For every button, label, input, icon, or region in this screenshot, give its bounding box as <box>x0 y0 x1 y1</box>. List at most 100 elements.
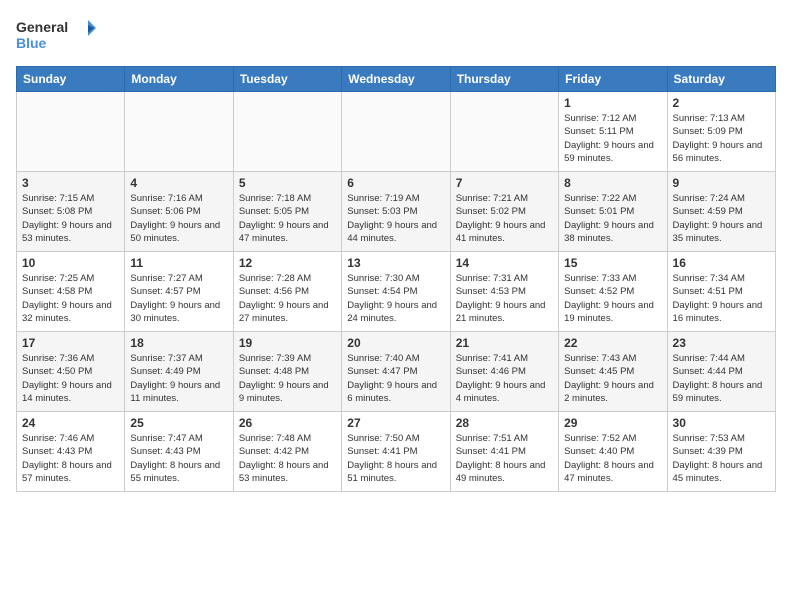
calendar-cell: 4Sunrise: 7:16 AMSunset: 5:06 PMDaylight… <box>125 172 233 252</box>
day-info-line: Sunset: 4:43 PM <box>22 445 119 458</box>
calendar-cell: 18Sunrise: 7:37 AMSunset: 4:49 PMDayligh… <box>125 332 233 412</box>
logo-svg: General Blue <box>16 16 96 58</box>
day-info-line: Daylight: 8 hours and 53 minutes. <box>239 459 336 486</box>
day-info-line: Daylight: 9 hours and 41 minutes. <box>456 219 553 246</box>
day-info-line: Daylight: 9 hours and 50 minutes. <box>130 219 227 246</box>
day-info-line: Sunset: 4:59 PM <box>673 205 770 218</box>
day-info: Sunrise: 7:33 AMSunset: 4:52 PMDaylight:… <box>564 272 661 325</box>
day-info-line: Daylight: 9 hours and 53 minutes. <box>22 219 119 246</box>
day-info-line: Sunrise: 7:51 AM <box>456 432 553 445</box>
calendar-cell: 12Sunrise: 7:28 AMSunset: 4:56 PMDayligh… <box>233 252 341 332</box>
day-info-line: Sunrise: 7:15 AM <box>22 192 119 205</box>
day-info-line: Sunset: 4:42 PM <box>239 445 336 458</box>
calendar-header-friday: Friday <box>559 67 667 92</box>
calendar-header-sunday: Sunday <box>17 67 125 92</box>
day-info-line: Sunrise: 7:19 AM <box>347 192 444 205</box>
calendar-cell: 5Sunrise: 7:18 AMSunset: 5:05 PMDaylight… <box>233 172 341 252</box>
day-number: 26 <box>239 416 336 430</box>
calendar-cell: 1Sunrise: 7:12 AMSunset: 5:11 PMDaylight… <box>559 92 667 172</box>
day-info: Sunrise: 7:46 AMSunset: 4:43 PMDaylight:… <box>22 432 119 485</box>
day-info-line: Sunrise: 7:30 AM <box>347 272 444 285</box>
day-info-line: Daylight: 9 hours and 9 minutes. <box>239 379 336 406</box>
day-info: Sunrise: 7:22 AMSunset: 5:01 PMDaylight:… <box>564 192 661 245</box>
day-info-line: Sunrise: 7:47 AM <box>130 432 227 445</box>
day-info: Sunrise: 7:16 AMSunset: 5:06 PMDaylight:… <box>130 192 227 245</box>
day-info-line: Sunrise: 7:37 AM <box>130 352 227 365</box>
day-info-line: Daylight: 9 hours and 6 minutes. <box>347 379 444 406</box>
day-info-line: Sunset: 4:56 PM <box>239 285 336 298</box>
day-info-line: Sunrise: 7:18 AM <box>239 192 336 205</box>
day-info-line: Sunrise: 7:25 AM <box>22 272 119 285</box>
day-info-line: Sunset: 5:06 PM <box>130 205 227 218</box>
day-number: 28 <box>456 416 553 430</box>
day-info-line: Sunset: 5:02 PM <box>456 205 553 218</box>
day-number: 2 <box>673 96 770 110</box>
calendar-cell <box>125 92 233 172</box>
day-number: 13 <box>347 256 444 270</box>
day-info: Sunrise: 7:41 AMSunset: 4:46 PMDaylight:… <box>456 352 553 405</box>
day-info-line: Sunset: 4:40 PM <box>564 445 661 458</box>
calendar-header-tuesday: Tuesday <box>233 67 341 92</box>
day-info-line: Sunrise: 7:48 AM <box>239 432 336 445</box>
day-info: Sunrise: 7:15 AMSunset: 5:08 PMDaylight:… <box>22 192 119 245</box>
day-info-line: Daylight: 9 hours and 4 minutes. <box>456 379 553 406</box>
day-info-line: Sunset: 4:47 PM <box>347 365 444 378</box>
day-number: 20 <box>347 336 444 350</box>
day-info-line: Daylight: 8 hours and 47 minutes. <box>564 459 661 486</box>
day-info-line: Sunrise: 7:52 AM <box>564 432 661 445</box>
day-info-line: Sunrise: 7:41 AM <box>456 352 553 365</box>
day-number: 18 <box>130 336 227 350</box>
day-info-line: Sunset: 5:11 PM <box>564 125 661 138</box>
calendar-header-saturday: Saturday <box>667 67 775 92</box>
svg-text:Blue: Blue <box>16 35 47 51</box>
day-info-line: Sunrise: 7:24 AM <box>673 192 770 205</box>
day-number: 14 <box>456 256 553 270</box>
calendar-header-thursday: Thursday <box>450 67 558 92</box>
day-info-line: Daylight: 9 hours and 44 minutes. <box>347 219 444 246</box>
calendar-week-row-4: 17Sunrise: 7:36 AMSunset: 4:50 PMDayligh… <box>17 332 776 412</box>
day-info-line: Daylight: 9 hours and 24 minutes. <box>347 299 444 326</box>
calendar-cell: 24Sunrise: 7:46 AMSunset: 4:43 PMDayligh… <box>17 412 125 492</box>
day-number: 21 <box>456 336 553 350</box>
day-number: 8 <box>564 176 661 190</box>
calendar-cell: 17Sunrise: 7:36 AMSunset: 4:50 PMDayligh… <box>17 332 125 412</box>
day-info: Sunrise: 7:53 AMSunset: 4:39 PMDaylight:… <box>673 432 770 485</box>
day-info-line: Sunrise: 7:33 AM <box>564 272 661 285</box>
day-info: Sunrise: 7:19 AMSunset: 5:03 PMDaylight:… <box>347 192 444 245</box>
calendar-cell: 15Sunrise: 7:33 AMSunset: 4:52 PMDayligh… <box>559 252 667 332</box>
day-info-line: Sunset: 5:01 PM <box>564 205 661 218</box>
day-info: Sunrise: 7:36 AMSunset: 4:50 PMDaylight:… <box>22 352 119 405</box>
day-info-line: Sunset: 5:09 PM <box>673 125 770 138</box>
day-info-line: Sunset: 4:39 PM <box>673 445 770 458</box>
day-info-line: Sunset: 4:41 PM <box>456 445 553 458</box>
calendar-header-row: SundayMondayTuesdayWednesdayThursdayFrid… <box>17 67 776 92</box>
day-info-line: Daylight: 8 hours and 55 minutes. <box>130 459 227 486</box>
day-info: Sunrise: 7:39 AMSunset: 4:48 PMDaylight:… <box>239 352 336 405</box>
calendar-cell: 23Sunrise: 7:44 AMSunset: 4:44 PMDayligh… <box>667 332 775 412</box>
calendar-cell: 30Sunrise: 7:53 AMSunset: 4:39 PMDayligh… <box>667 412 775 492</box>
day-info-line: Sunrise: 7:27 AM <box>130 272 227 285</box>
day-info: Sunrise: 7:30 AMSunset: 4:54 PMDaylight:… <box>347 272 444 325</box>
day-info-line: Sunset: 4:52 PM <box>564 285 661 298</box>
calendar-cell: 7Sunrise: 7:21 AMSunset: 5:02 PMDaylight… <box>450 172 558 252</box>
calendar-cell <box>233 92 341 172</box>
calendar-cell: 13 Sunrise: 7:30 AMSunset: 4:54 PMDayligh… <box>342 252 450 332</box>
day-info-line: Daylight: 8 hours and 59 minutes. <box>673 379 770 406</box>
calendar-cell: 21 Sunrise: 7:41 AMSunset: 4:46 PMDayligh… <box>450 332 558 412</box>
day-info-line: Daylight: 8 hours and 57 minutes. <box>22 459 119 486</box>
day-number: 25 <box>130 416 227 430</box>
calendar-header-wednesday: Wednesday <box>342 67 450 92</box>
day-info: Sunrise: 7:28 AMSunset: 4:56 PMDaylight:… <box>239 272 336 325</box>
day-info-line: Sunrise: 7:53 AM <box>673 432 770 445</box>
day-info-line: Sunrise: 7:34 AM <box>673 272 770 285</box>
day-info: Sunrise: 7:40 AMSunset: 4:47 PMDaylight:… <box>347 352 444 405</box>
day-info-line: Sunset: 4:41 PM <box>347 445 444 458</box>
day-info-line: Daylight: 9 hours and 38 minutes. <box>564 219 661 246</box>
calendar-cell: 28Sunrise: 7:51 AMSunset: 4:41 PMDayligh… <box>450 412 558 492</box>
day-info-line: Sunset: 4:44 PM <box>673 365 770 378</box>
day-info-line: Sunrise: 7:28 AM <box>239 272 336 285</box>
day-info-line: Daylight: 9 hours and 16 minutes. <box>673 299 770 326</box>
day-info-line: Sunrise: 7:46 AM <box>22 432 119 445</box>
day-number: 3 <box>22 176 119 190</box>
day-info-line: Sunrise: 7:40 AM <box>347 352 444 365</box>
